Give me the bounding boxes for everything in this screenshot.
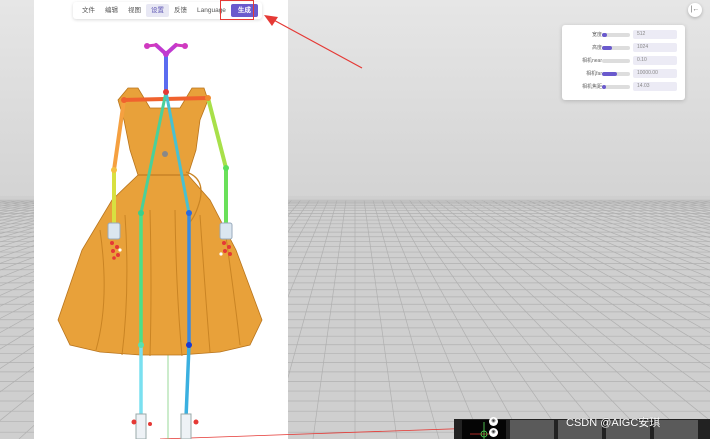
- joint-right-elbow: [223, 165, 229, 171]
- joint-left-shoulder: [121, 97, 127, 103]
- setting-camera-far: 相机far 10000.00: [562, 69, 685, 79]
- preview-thumbnail[interactable]: [654, 420, 698, 439]
- camera-near-slider[interactable]: [602, 59, 630, 63]
- setting-label: 相机near: [581, 58, 602, 64]
- setting-label: 相机far: [586, 71, 602, 77]
- menu-feedback[interactable]: 反馈: [169, 4, 192, 17]
- joint-left-elbow: [111, 167, 117, 173]
- joint-left-knee: [138, 342, 144, 348]
- joint-neck: [163, 89, 169, 95]
- generate-highlight-box: [220, 0, 254, 20]
- camera-focal-slider[interactable]: [602, 85, 630, 89]
- axis-gizmo-icon: [470, 422, 498, 439]
- camera-icon[interactable]: ◉: [489, 417, 498, 426]
- camera-icon[interactable]: ◉: [489, 428, 498, 437]
- left-upper-arm: [112, 98, 126, 172]
- setting-camera-near: 相机near 0.10: [562, 56, 685, 66]
- joint-right-shoulder: [205, 95, 211, 101]
- setting-camera-focal: 相机焦距 14.03: [562, 82, 685, 92]
- menu-view[interactable]: 视图: [123, 4, 146, 17]
- right-shin: [184, 343, 191, 420]
- camera-far-input[interactable]: 10000.00: [633, 69, 677, 78]
- collapse-panel-button[interactable]: |←: [688, 3, 702, 17]
- settings-panel: 宽度 512 高度 1024 相机near 0.10 相机far 10000.0…: [562, 25, 685, 100]
- annotation-arrow: [264, 15, 363, 69]
- camera-near-input[interactable]: 0.10: [633, 56, 677, 65]
- width-input[interactable]: 512: [633, 30, 677, 39]
- setting-label: 高度: [591, 45, 602, 51]
- joint-right-hip: [186, 210, 192, 216]
- preview-thumbnail[interactable]: [510, 420, 554, 439]
- camera-far-slider[interactable]: [602, 72, 630, 76]
- joint-nose: [163, 51, 169, 57]
- joint-right-eye: [182, 43, 188, 49]
- menu-edit[interactable]: 编辑: [100, 4, 123, 17]
- 3d-viewport[interactable]: 文件 编辑 视图 设置 反馈 Language 生成 宽度 512 高度 102…: [0, 0, 710, 439]
- feet[interactable]: [131, 413, 199, 439]
- menu-settings[interactable]: 设置: [146, 4, 169, 17]
- menu-file[interactable]: 文件: [77, 4, 100, 17]
- joint-right-knee: [186, 342, 192, 348]
- preview-thumbnail[interactable]: [462, 420, 506, 439]
- setting-width: 宽度 512: [562, 30, 685, 40]
- joint-left-eye: [144, 43, 150, 49]
- joint-center: [162, 151, 168, 157]
- setting-label: 相机焦距: [581, 84, 602, 90]
- joint-left-hip: [138, 210, 144, 216]
- height-input[interactable]: 1024: [633, 43, 677, 52]
- setting-label: 宽度: [591, 32, 602, 38]
- watermark: CSDN @AIGC安琪: [566, 417, 661, 429]
- width-slider[interactable]: [602, 33, 630, 37]
- camera-focal-input[interactable]: 14.03: [633, 82, 677, 91]
- height-slider[interactable]: [602, 46, 630, 50]
- right-upper-arm: [206, 96, 228, 170]
- setting-height: 高度 1024: [562, 43, 685, 53]
